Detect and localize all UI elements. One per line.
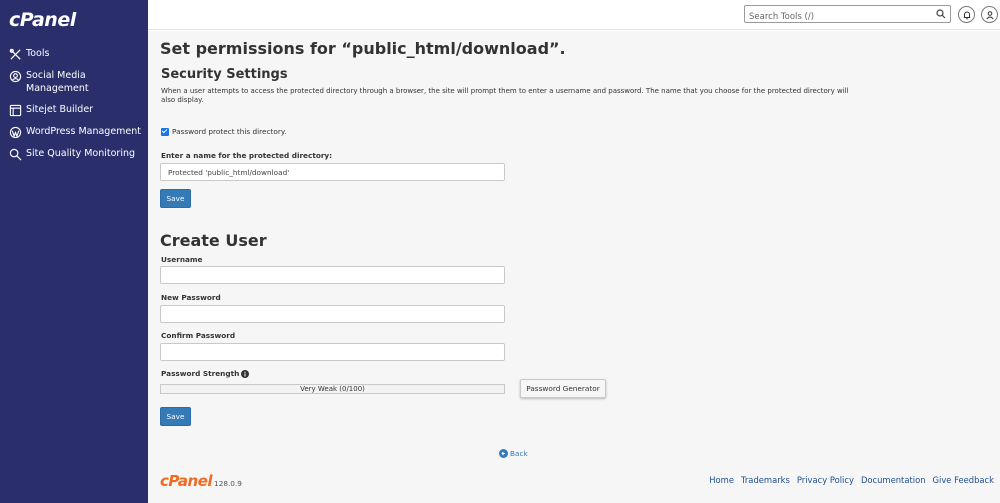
tools-icon (9, 48, 21, 60)
footer-link-privacy-policy[interactable]: Privacy Policy (797, 475, 854, 485)
footer-version: 128.0.9 (214, 479, 242, 488)
page-title-path: public_html/download (351, 39, 550, 58)
back-arrow-icon (499, 449, 508, 458)
user-menu-button[interactable] (981, 6, 998, 23)
confirm-password-input[interactable] (160, 343, 505, 361)
monitor-icon (9, 148, 22, 161)
sidebar-item-label: Sitejet Builder (26, 104, 94, 115)
password-strength-text: Very Weak (0/100) (300, 385, 365, 393)
username-input[interactable] (160, 266, 505, 284)
new-password-input[interactable] (160, 305, 505, 323)
sidebar: cPanel Tools Social Media Management Sit… (0, 0, 148, 503)
bell-icon (963, 11, 970, 19)
footer-link-trademarks[interactable]: Trademarks (741, 475, 790, 485)
sidebar-item-label: Social Media Management (26, 70, 89, 94)
footer-logo: cPanel 128.0.9 (160, 474, 242, 489)
save-security-button[interactable]: Save (160, 189, 191, 208)
sidebar-nav: Tools Social Media Management Sitejet Bu… (0, 47, 148, 169)
security-description: When a user attempts to access the prote… (161, 87, 849, 104)
back-link-label: Back (510, 449, 528, 458)
sidebar-item-label: Site Quality Monitoring (26, 148, 136, 159)
username-label: Username (161, 255, 203, 264)
footer-link-documentation[interactable]: Documentation (861, 475, 926, 485)
footer-link-home[interactable]: Home (709, 475, 734, 485)
sidebar-item-sitejet[interactable]: Sitejet Builder (0, 103, 148, 117)
search-box (744, 5, 951, 25)
top-bar (148, 0, 1000, 30)
social-icon (9, 70, 22, 83)
info-icon[interactable] (241, 369, 250, 378)
new-password-label: New Password (161, 293, 221, 302)
password-generator-button[interactable]: Password Generator (520, 379, 606, 398)
password-strength-meter: Very Weak (0/100) (160, 384, 505, 394)
password-protect-checkbox[interactable] (161, 127, 169, 136)
footer-links: Home Trademarks Privacy Policy Documenta… (702, 475, 994, 485)
sidebar-item-site-quality[interactable]: Site Quality Monitoring (0, 147, 148, 161)
page-title-suffix: ”. (549, 39, 566, 58)
directory-name-input[interactable] (160, 163, 505, 181)
footer-cpanel-logo: cPanel (160, 472, 213, 490)
password-protect-label: Password protect this directory. (172, 127, 287, 136)
back-link[interactable]: Back (499, 449, 528, 458)
sidebar-item-social-media[interactable]: Social Media Management (0, 69, 148, 95)
sidebar-item-label: WordPress Management (26, 126, 142, 137)
password-strength-label: Password Strength (161, 369, 240, 378)
create-user-heading: Create User (160, 231, 267, 250)
wordpress-icon (9, 126, 22, 139)
main-content: Set permissions for “public_html/downloa… (148, 31, 1000, 503)
save-user-button[interactable]: Save (160, 407, 191, 426)
page-title-prefix: Set permissions for “ (160, 39, 352, 58)
notifications-button[interactable] (958, 6, 975, 23)
confirm-password-label: Confirm Password (161, 331, 236, 340)
search-input[interactable] (745, 9, 935, 25)
security-settings-heading: Security Settings (161, 67, 288, 82)
sidebar-item-wordpress[interactable]: WordPress Management (0, 125, 148, 139)
user-icon (985, 10, 994, 19)
sitejet-icon (9, 104, 22, 117)
password-strength-row: Password Strength (161, 369, 250, 378)
sidebar-item-tools[interactable]: Tools (0, 47, 148, 61)
cpanel-logo[interactable]: cPanel (9, 9, 76, 31)
directory-name-label: Enter a name for the protected directory… (161, 151, 333, 160)
password-protect-checkbox-row[interactable]: Password protect this directory. (161, 127, 286, 136)
page-title: Set permissions for “public_html/downloa… (160, 39, 566, 58)
sidebar-item-label: Tools (26, 48, 50, 59)
footer-link-give-feedback[interactable]: Give Feedback (933, 475, 994, 485)
search-icon[interactable] (936, 9, 946, 19)
